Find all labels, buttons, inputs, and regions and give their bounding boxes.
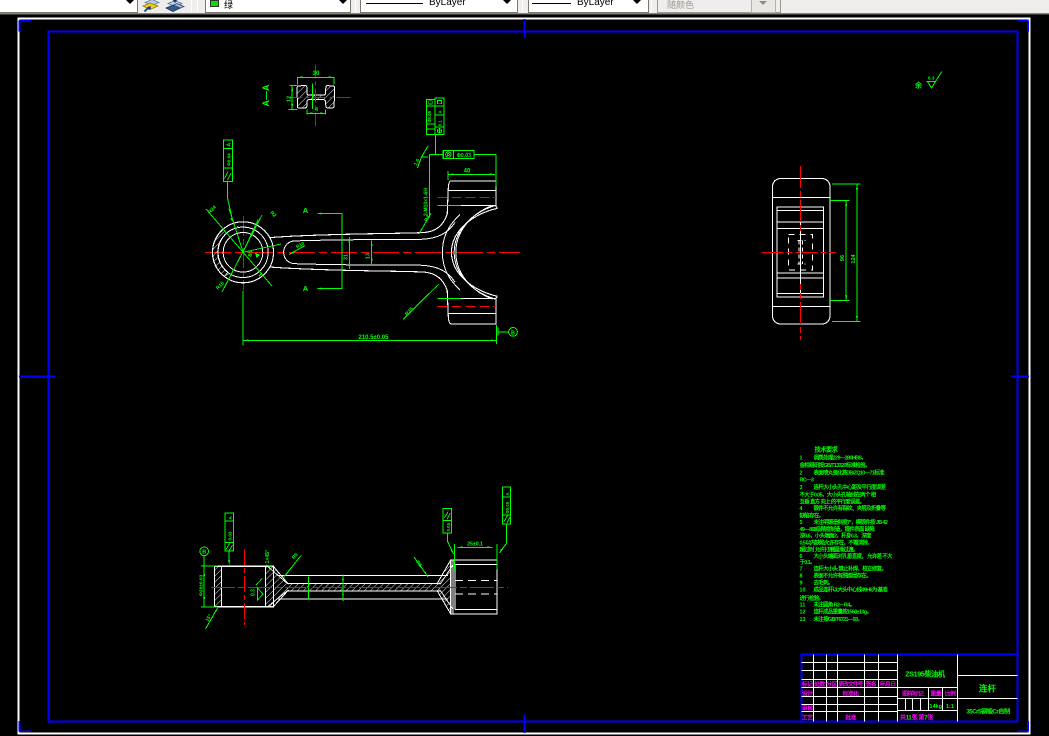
svg-text:ZS195柴油机: ZS195柴油机 [905,670,946,679]
svg-text:于0.1。: 于0.1。 [800,559,815,566]
svg-text:重量: 重量 [930,690,941,698]
svg-text:31: 31 [343,254,349,260]
svg-text:连杆: 连杆 [979,684,997,694]
svg-text:共11张 第7张: 共11张 第7张 [900,713,934,721]
svg-text:大小头端面对孔垂直度， 允许差 不大: 大小头端面对孔垂直度， 允许差 不大 [814,552,894,560]
svg-text:A: A [303,206,309,215]
svg-text:0.05: 0.05 [446,522,451,531]
svg-text:Φ0.03: Φ0.03 [457,153,471,159]
svg-text:设计: 设计 [802,690,813,698]
svg-text:11: 11 [800,603,806,609]
svg-text:连杆大小头孔中心距及平行度误差: 连杆大小头孔中心距及平行度误差 [814,483,887,491]
svg-text:连杆大小头 禁止补焊、校正修复。: 连杆大小头 禁止补焊、校正修复。 [814,565,887,573]
svg-text:锻件不允许有裂纹、夹层及折叠等: 锻件不允许有裂纹、夹层及折叠等 [814,504,887,512]
svg-text:工艺: 工艺 [802,714,813,722]
svg-text:96: 96 [840,255,846,261]
svg-text:成品连杆以大头中心线49H6为 基准: 成品连杆以大头中心线49H6为 基准 [814,585,889,593]
svg-text:Φ0.04: Φ0.04 [226,153,231,166]
svg-text:技术要求: 技术要求 [815,444,839,453]
svg-text:签名: 签名 [865,680,877,688]
svg-text:40: 40 [464,169,471,175]
svg-text:3: 3 [800,485,803,491]
svg-text:B: B [511,330,515,336]
svg-text:比例: 比例 [945,690,956,698]
svg-text:表面喷丸强化按JB/ZQ10—71标准: 表面喷丸强化按JB/ZQ10—71标准 [814,469,886,477]
svg-text:2: 2 [800,471,803,477]
svg-text:13: 13 [366,253,372,259]
svg-text:去毛刺。: 去毛刺。 [814,579,833,587]
svg-text:标准化: 标准化 [842,690,860,698]
svg-text:1×45°: 1×45° [265,550,271,564]
svg-text:缺陷存在。: 缺陷存在。 [800,512,824,520]
svg-text:标记: 标记 [801,680,813,688]
svg-text:0.5以内缺陷允许存在，不需清除，: 0.5以内缺陷允许存在，不需清除， [800,539,873,547]
svg-text:10: 10 [800,587,806,593]
svg-text:6.3: 6.3 [928,76,935,81]
svg-text:1:1: 1:1 [946,704,954,710]
svg-text:处数: 处数 [813,680,825,688]
svg-text:4: 4 [800,506,803,512]
svg-text:8: 8 [800,573,803,579]
svg-text:0.03: 0.03 [228,531,233,540]
svg-text:Φ0.05: Φ0.05 [427,110,432,122]
svg-text:更改文件号: 更改文件号 [839,680,864,688]
svg-text:表面不允许有脱碳层存在。: 表面不允许有脱碳层存在。 [814,571,872,579]
svg-text:审核: 审核 [802,704,813,712]
svg-text:2-M10×1-6H: 2-M10×1-6H [424,188,430,216]
svg-text:未注明锻造斜度7°，模锻件按 JB 42: 未注明锻造斜度7°，模锻件按 JB 42 [814,518,888,526]
svg-text:批准: 批准 [845,714,856,722]
svg-text:超过时 允许打磨圆滑过渡。: 超过时 允许打磨圆滑过渡。 [799,546,858,554]
svg-text:未注按GB/T6721—93。: 未注按GB/T6721—93。 [814,615,863,623]
svg-text:80: 80 [248,250,255,257]
svg-text:0.1: 0.1 [438,120,443,126]
svg-text:12: 12 [286,96,292,102]
svg-text:6: 6 [800,554,803,560]
svg-text:12: 12 [800,610,806,616]
svg-text:5: 5 [800,520,803,526]
svg-text:A: A [227,143,233,147]
svg-text:7: 7 [800,567,803,573]
svg-text:Φ0.05: Φ0.05 [505,501,510,513]
svg-text:A—A: A—A [261,84,271,106]
svg-text:1: 1 [800,455,803,461]
svg-text:金相组织按GB/T13320标准检验。: 金相组织按GB/T13320标准检验。 [799,461,870,469]
svg-text:Φ28±0.03: Φ28±0.03 [198,574,204,596]
svg-text:B: B [202,550,206,556]
svg-text:210.5±0.05: 210.5±0.05 [359,335,390,341]
svg-text:35Cr5钢锻Cr自制: 35Cr5钢锻Cr自制 [966,708,1010,716]
svg-text:深0.6，小头端面2，杆身0.3，深度: 深0.6，小头端面2，杆身0.3，深度 [800,532,872,540]
svg-text:图样标记: 图样标记 [902,690,924,698]
svg-text:9: 9 [800,581,803,587]
svg-text:14kg: 14kg [929,704,942,710]
svg-text:49—86Ⅱ级精度制造，锻件表面 缺陷: 49—86Ⅱ级精度制造，锻件表面 缺陷 [800,525,875,533]
svg-text:余: 余 [914,81,923,90]
svg-text:A: A [303,284,309,293]
svg-text:25±0.1: 25±0.1 [467,541,483,547]
svg-text:进行检验。: 进行检验。 [800,594,824,602]
svg-text:124: 124 [851,253,857,263]
svg-text:30: 30 [313,71,320,77]
svg-text:年月日: 年月日 [880,680,896,688]
svg-text:不大于0.05，大小头孔轴线在两个 相: 不大于0.05，大小头孔轴线在两个 相 [800,490,877,498]
svg-text:互垂 直方 向上 的平行度误差。: 互垂 直方 向上 的平行度误差。 [800,498,865,506]
svg-text:连杆成品重量按1560±10g。: 连杆成品重量按1560±10g。 [814,608,872,616]
svg-text:13: 13 [800,617,806,623]
svg-text:RC—3: RC—3 [800,478,814,484]
svg-text:0.3: 0.3 [251,589,257,596]
svg-text:分区: 分区 [826,680,837,688]
svg-text:调质处理229—280HBS，: 调质处理229—280HBS， [814,453,867,461]
svg-text:未注圆角 R2—R4。: 未注圆角 R2—R4。 [814,601,855,609]
